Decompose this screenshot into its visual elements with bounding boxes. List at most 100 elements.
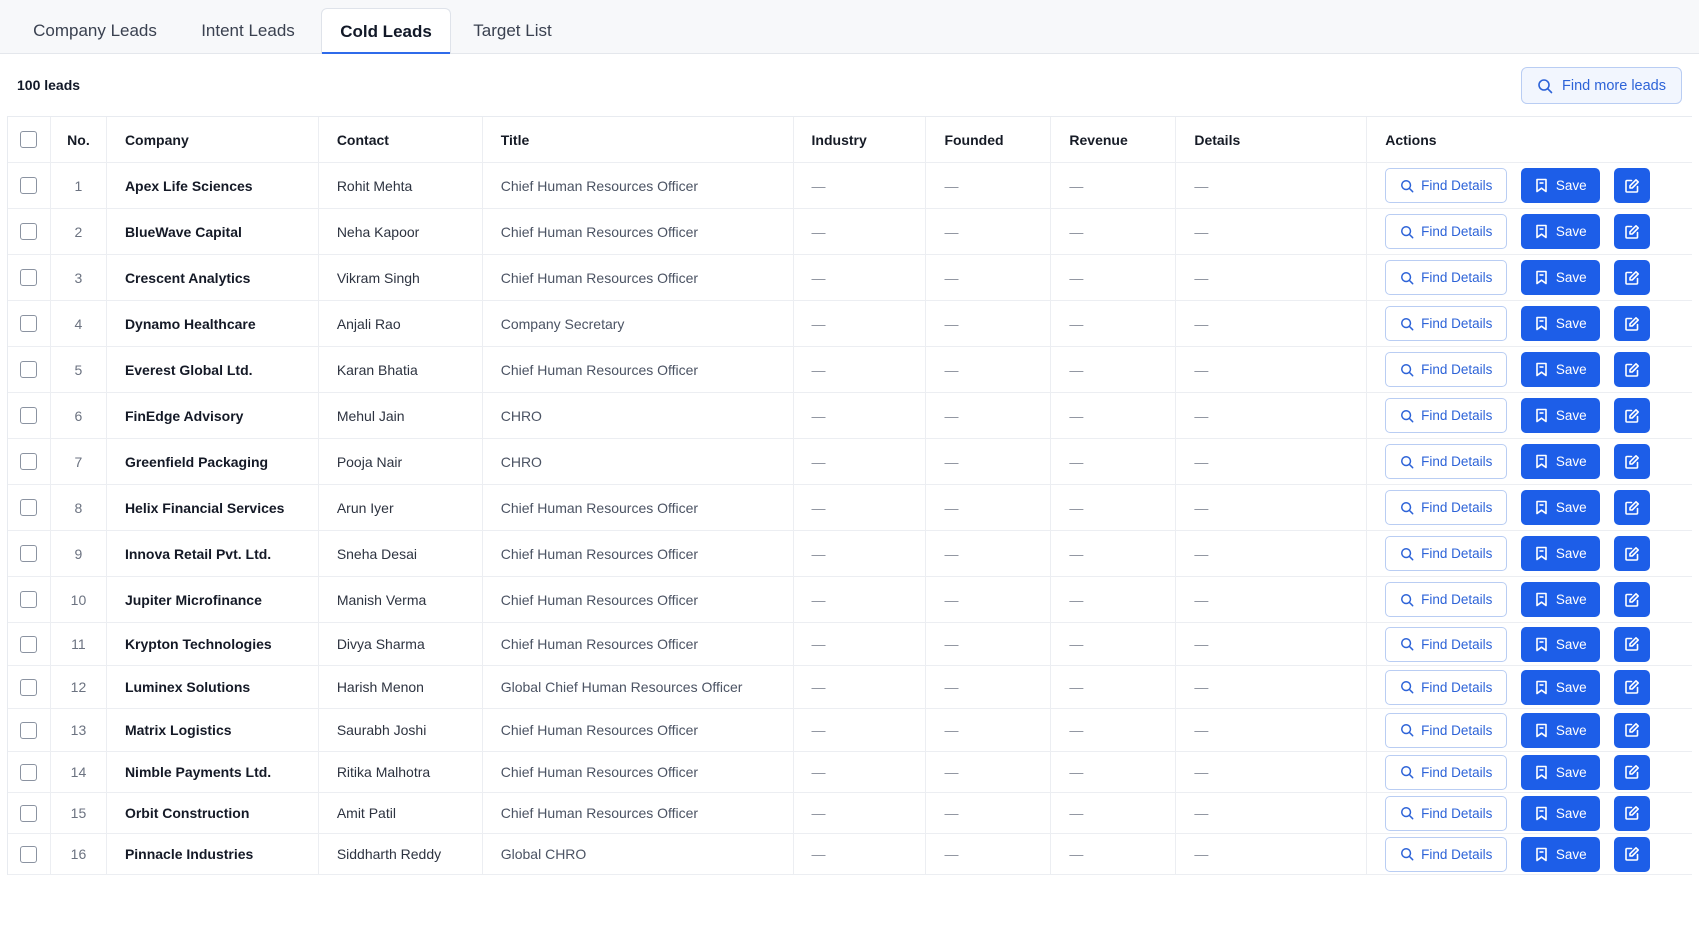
edit-button[interactable] [1614, 490, 1651, 525]
save-button[interactable]: Save [1521, 398, 1601, 433]
find-details-button[interactable]: Find Details [1385, 754, 1508, 790]
find-details-label: Find Details [1421, 362, 1493, 377]
find-details-button[interactable]: Find Details [1385, 712, 1508, 748]
table-row: 13 Matrix Logistics Saurabh Joshi Chief … [8, 709, 1692, 752]
row-checkbox[interactable] [20, 804, 38, 822]
edit-button[interactable] [1614, 352, 1651, 387]
row-number: 1 [51, 163, 107, 208]
find-details-button[interactable]: Find Details [1385, 795, 1508, 831]
find-details-button[interactable]: Find Details [1385, 214, 1508, 249]
save-button[interactable]: Save [1521, 669, 1601, 705]
company-name: Apex Life Sciences [107, 163, 319, 208]
find-details-button[interactable]: Find Details [1385, 582, 1508, 617]
row-checkbox[interactable] [20, 361, 38, 378]
save-button[interactable]: Save [1521, 582, 1601, 617]
row-checkbox[interactable] [20, 269, 38, 286]
search-icon [1400, 637, 1414, 651]
row-checkbox[interactable] [20, 453, 38, 470]
company-name: BlueWave Capital [107, 209, 319, 254]
save-button[interactable]: Save [1521, 306, 1601, 341]
tab-cold-leads[interactable]: Cold Leads [321, 8, 451, 54]
edit-button[interactable] [1614, 626, 1651, 662]
row-checkbox-cell [8, 301, 51, 346]
edit-button[interactable] [1614, 444, 1651, 479]
edit-button[interactable] [1614, 536, 1651, 571]
founded-value: — [926, 709, 1052, 751]
edit-icon [1624, 500, 1640, 516]
row-checkbox[interactable] [20, 678, 38, 696]
edit-button[interactable] [1614, 214, 1651, 249]
edit-button[interactable] [1614, 795, 1651, 831]
company-name: Krypton Technologies [107, 623, 319, 665]
save-button[interactable]: Save [1521, 168, 1601, 203]
industry-value: — [794, 834, 927, 874]
row-checkbox[interactable] [20, 545, 38, 562]
contact-name: Rohit Mehta [319, 163, 483, 208]
find-details-button[interactable]: Find Details [1385, 490, 1508, 525]
bookmark-icon [1535, 592, 1548, 607]
table-row: 3 Crescent Analytics Vikram Singh Chief … [8, 255, 1692, 301]
header-no: No. [51, 117, 107, 162]
edit-button[interactable] [1614, 168, 1651, 203]
row-checkbox[interactable] [20, 499, 38, 516]
row-checkbox[interactable] [20, 721, 38, 739]
select-all-checkbox[interactable] [20, 131, 38, 148]
row-checkbox[interactable] [20, 223, 38, 240]
save-button[interactable]: Save [1521, 795, 1601, 831]
find-details-button[interactable]: Find Details [1385, 352, 1508, 387]
save-button[interactable]: Save [1521, 214, 1601, 249]
tab-company-leads[interactable]: Company Leads [16, 8, 174, 54]
edit-button[interactable] [1614, 754, 1651, 790]
save-button[interactable]: Save [1521, 626, 1601, 662]
find-details-button[interactable]: Find Details [1385, 669, 1508, 705]
tab-intent-leads[interactable]: Intent Leads [184, 8, 312, 54]
find-details-button[interactable]: Find Details [1385, 836, 1508, 872]
row-checkbox[interactable] [20, 635, 38, 653]
save-label: Save [1555, 592, 1587, 607]
find-details-button[interactable]: Find Details [1385, 444, 1508, 479]
find-details-button[interactable]: Find Details [1385, 536, 1508, 571]
industry-value: — [794, 255, 927, 300]
edit-button[interactable] [1614, 260, 1651, 295]
search-icon [1400, 363, 1414, 377]
edit-icon [1624, 679, 1640, 695]
edit-button[interactable] [1614, 398, 1651, 433]
save-button[interactable]: Save [1521, 536, 1601, 571]
find-details-button[interactable]: Find Details [1385, 626, 1508, 662]
find-more-leads-button[interactable]: Find more leads [1521, 67, 1682, 104]
row-checkbox[interactable] [20, 407, 38, 424]
row-checkbox[interactable] [20, 763, 38, 781]
row-checkbox[interactable] [20, 591, 38, 608]
edit-button[interactable] [1614, 582, 1651, 617]
row-checkbox[interactable] [20, 177, 38, 194]
row-number: 9 [51, 531, 107, 576]
tab-target-list[interactable]: Target List [460, 8, 565, 54]
save-button[interactable]: Save [1521, 352, 1601, 387]
edit-button[interactable] [1614, 712, 1651, 748]
revenue-value: — [1051, 301, 1177, 346]
details-value: — [1176, 834, 1368, 874]
bookmark-icon [1535, 680, 1548, 695]
edit-button[interactable] [1614, 836, 1651, 872]
save-button[interactable]: Save [1521, 444, 1601, 479]
save-button[interactable]: Save [1521, 712, 1601, 748]
company-name: Pinnacle Industries [107, 834, 319, 874]
actions-cell: Find Details Save [1367, 577, 1692, 622]
save-button[interactable]: Save [1521, 754, 1601, 790]
row-checkbox[interactable] [20, 315, 38, 332]
find-details-button[interactable]: Find Details [1385, 260, 1508, 295]
find-details-button[interactable]: Find Details [1385, 168, 1508, 203]
details-value: — [1176, 209, 1368, 254]
table-row: 14 Nimble Payments Ltd. Ritika Malhotra … [8, 752, 1692, 793]
contact-name: Pooja Nair [319, 439, 483, 484]
save-button[interactable]: Save [1521, 490, 1601, 525]
company-name: Helix Financial Services [107, 485, 319, 530]
save-button[interactable]: Save [1521, 260, 1601, 295]
edit-button[interactable] [1614, 669, 1651, 705]
find-details-button[interactable]: Find Details [1385, 306, 1508, 341]
row-checkbox[interactable] [20, 845, 38, 863]
save-button[interactable]: Save [1521, 836, 1601, 872]
header-details: Details [1176, 117, 1368, 162]
find-details-button[interactable]: Find Details [1385, 398, 1508, 433]
edit-button[interactable] [1614, 306, 1651, 341]
